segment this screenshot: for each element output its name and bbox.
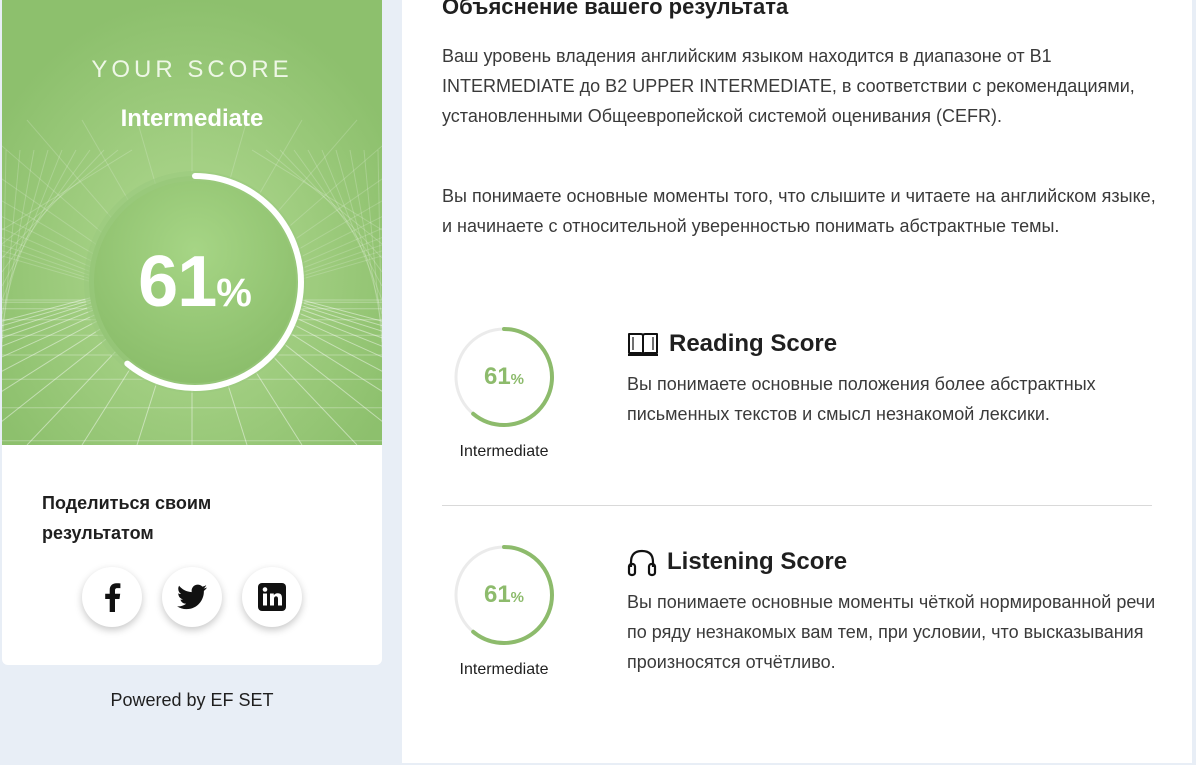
reading-score-description: Вы понимаете основные положения более аб… xyxy=(627,374,1096,424)
reading-score-title: Reading Score xyxy=(669,330,838,357)
listening-score-title: Listening Score xyxy=(667,548,848,575)
reading-score-percent: 61 % xyxy=(452,325,556,429)
your-score-heading: YOUR SCORE xyxy=(91,56,293,83)
listening-score-header: Listening Score xyxy=(627,545,847,579)
twitter-share-button[interactable] xyxy=(162,567,222,627)
linkedin-icon xyxy=(258,583,286,611)
score-hero: YOUR SCORE Intermediate 61 % xyxy=(2,0,382,445)
share-title: Поделиться своим результатом xyxy=(42,493,212,543)
explanation-paragraph: Ваш уровень владения английским языком н… xyxy=(442,46,1135,126)
facebook-icon xyxy=(105,583,121,612)
main-score-unit: % xyxy=(216,270,252,315)
explanation-paragraph: Вы понимаете основные моменты того, что … xyxy=(442,186,1156,236)
book-icon xyxy=(628,333,658,356)
main-score-value: 61 xyxy=(138,242,217,322)
reading-score-level: Intermediate xyxy=(459,443,549,460)
reading-score-unit: % xyxy=(510,371,525,388)
score-card: YOUR SCORE Intermediate 61 % Поделиться … xyxy=(2,0,382,665)
explanation-panel: Объяснение вашего результата Ваш уровень… xyxy=(402,0,1192,763)
twitter-icon xyxy=(177,584,207,610)
listening-score-percent: 61 % xyxy=(452,543,556,647)
linkedin-share-button[interactable] xyxy=(242,567,302,627)
reading-score-header: Reading Score xyxy=(627,327,837,361)
headphones-icon xyxy=(627,549,657,577)
listening-score-value: 61 xyxy=(483,581,511,608)
listening-score-level: Intermediate xyxy=(459,661,549,678)
listening-score-unit: % xyxy=(510,589,525,606)
explanation-title: Объяснение вашего результата xyxy=(442,0,789,19)
reading-score-value: 61 xyxy=(483,363,511,390)
score-level: Intermediate xyxy=(120,105,264,132)
section-divider xyxy=(442,505,1152,506)
facebook-share-button[interactable] xyxy=(82,567,142,627)
listening-score-description: Вы понимаете основные моменты чёткой нор… xyxy=(627,592,1156,672)
powered-by: Powered by EF SET xyxy=(110,690,274,710)
main-score-percent: 61 % xyxy=(80,167,310,397)
